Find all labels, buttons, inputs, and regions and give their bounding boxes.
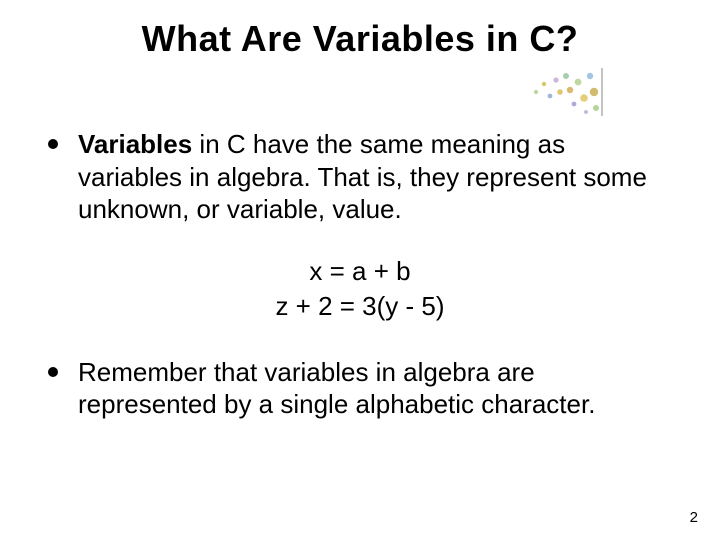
decorative-dots-icon bbox=[526, 62, 606, 118]
bullet-bold: Variables bbox=[78, 129, 192, 159]
bullet-item: Variables in C have the same meaning as … bbox=[48, 128, 672, 226]
equation-line: z + 2 = 3(y - 5) bbox=[48, 289, 672, 324]
slide-body: Variables in C have the same meaning as … bbox=[48, 128, 672, 449]
page-number: 2 bbox=[690, 509, 698, 526]
bullet-text: Remember that variables in algebra are r… bbox=[78, 356, 672, 421]
bullet-rest: Remember that variables in algebra are r… bbox=[78, 357, 595, 420]
slide: What Are Variables in C? Variables in C … bbox=[0, 0, 720, 540]
equation-block: x = a + b z + 2 = 3(y - 5) bbox=[48, 254, 672, 324]
bullet-dot-icon bbox=[48, 367, 58, 377]
bullet-dot-icon bbox=[48, 139, 58, 149]
bullet-text: Variables in C have the same meaning as … bbox=[78, 128, 672, 226]
equation-line: x = a + b bbox=[48, 254, 672, 289]
bullet-item: Remember that variables in algebra are r… bbox=[48, 356, 672, 421]
slide-title: What Are Variables in C? bbox=[0, 18, 720, 60]
